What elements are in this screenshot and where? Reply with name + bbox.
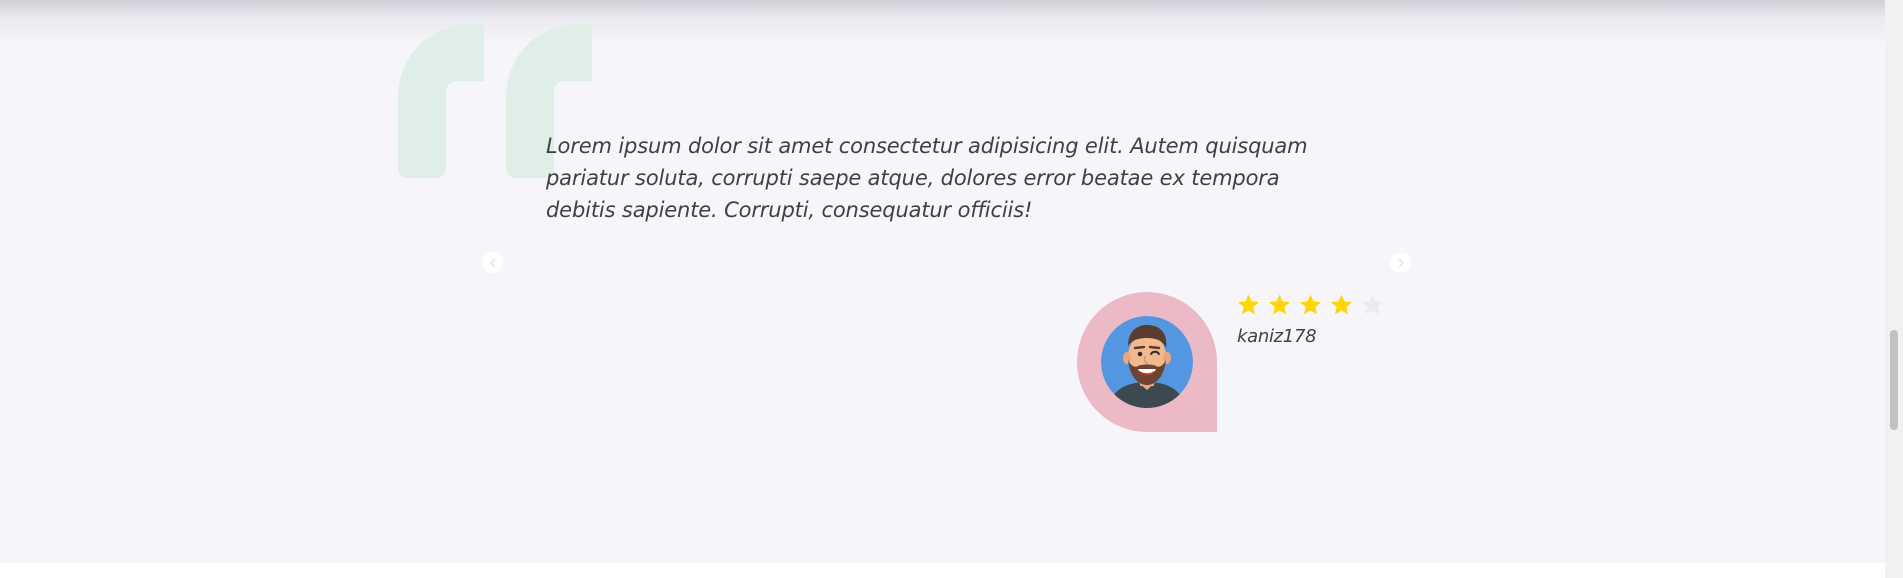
man-avatar-icon [1101,316,1193,408]
chevron-right-icon [1398,258,1404,267]
vertical-scrollbar[interactable] [1885,0,1903,578]
star-filled-icon [1267,293,1292,317]
prev-slide-button[interactable] [482,252,503,273]
testimonial-text: Lorem ipsum dolor sit amet consectetur a… [546,134,1308,222]
star-empty-icon [1360,293,1385,317]
chevron-left-icon [489,258,495,267]
scrollbar-thumb[interactable] [1890,330,1898,430]
star-filled-icon [1236,293,1261,317]
author-name: kaniz178 [1237,326,1317,347]
page: Lorem ipsum dolor sit amet consectetur a… [0,0,1903,578]
testimonial-section: Lorem ipsum dolor sit amet consectetur a… [0,0,1885,563]
author-avatar [1077,292,1217,432]
star-filled-icon [1298,293,1323,317]
next-slide-button[interactable] [1390,252,1411,273]
star-filled-icon [1329,293,1354,317]
header-shadow [0,0,1885,44]
star-rating [1236,293,1385,317]
